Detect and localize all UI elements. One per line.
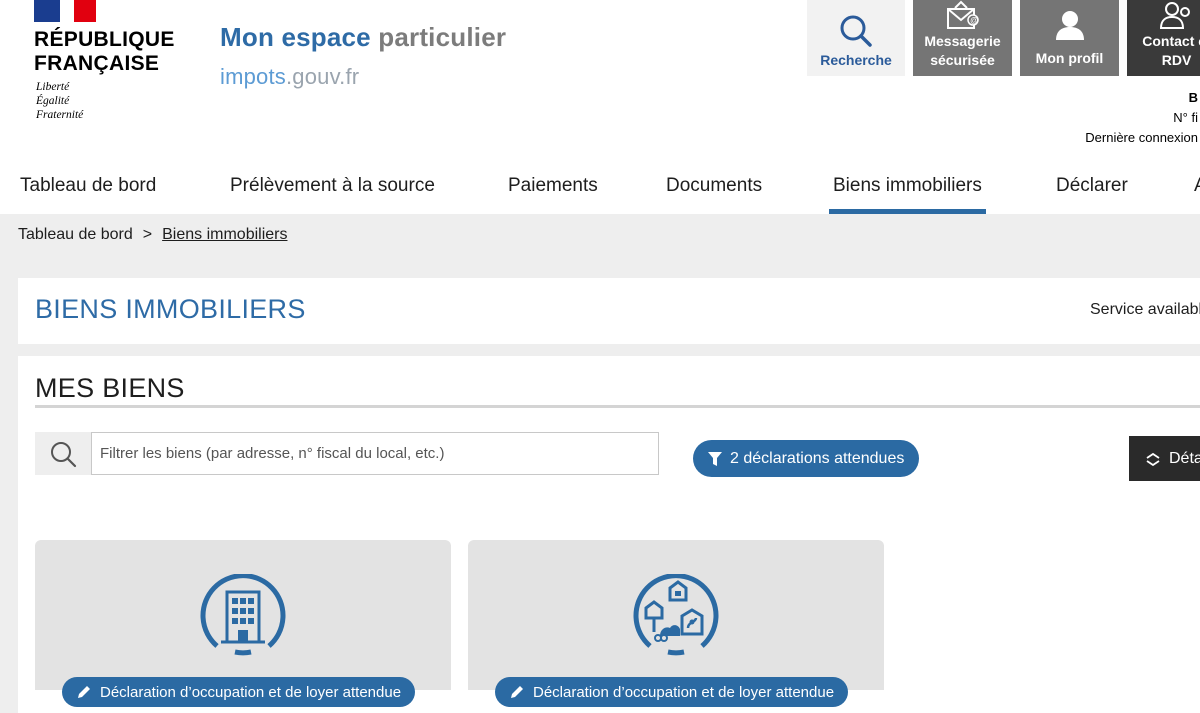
occupancy-declaration-button[interactable]: Déclaration d’occupation et de loyer att… <box>62 677 416 707</box>
details-button-label: Déta <box>1169 449 1200 467</box>
secure-messaging-label-1: Messagerie <box>924 33 1001 49</box>
user-name: B <box>1188 90 1198 105</box>
envelope-at-icon: @ <box>946 0 979 29</box>
motto-egalite: Égalité <box>36 95 70 107</box>
user-info: B N° fi Dernière connexion <box>1085 88 1198 148</box>
secure-messaging-label-2: sécurisée <box>930 52 995 68</box>
site-name-part-2: .gouv.fr <box>286 64 360 89</box>
pencil-icon <box>511 686 523 698</box>
app-title-part-2: particulier <box>378 22 507 52</box>
marianne-logo <box>34 0 96 22</box>
search-icon <box>51 441 77 467</box>
occupancy-declaration-button[interactable]: Déclaration d’occupation et de loyer att… <box>495 677 849 707</box>
pencil-icon <box>78 686 90 698</box>
page-title-panel: BIENS IMMOBILIERS Service availabl <box>18 278 1200 344</box>
nav-item-more[interactable]: A <box>1194 164 1200 214</box>
site-name-part-1: impots <box>220 64 286 89</box>
filter-properties-input[interactable] <box>91 432 659 475</box>
svg-text:@: @ <box>970 16 978 25</box>
expand-collapse-icon <box>1146 452 1160 466</box>
declarations-pill-label: 2 déclarations attendues <box>730 449 905 467</box>
republique-francaise-title: RÉPUBLIQUE FRANÇAISE <box>34 28 175 76</box>
property-card[interactable]: Déclaration d’occupation et de loyer att… <box>35 540 451 713</box>
nav-item-dashboard[interactable]: Tableau de bord <box>20 164 156 214</box>
nav-item-declare[interactable]: Déclarer <box>1056 164 1128 214</box>
search-icon <box>840 15 872 47</box>
user-fiscal-number: N° fi <box>1173 110 1198 125</box>
service-availability-text: Service availabl <box>1090 301 1200 318</box>
motto-liberte: Liberté <box>36 81 70 93</box>
breadcrumb-separator: > <box>142 226 153 243</box>
breadcrumb: Tableau de bord > Biens immobiliers <box>18 226 287 244</box>
multiple-properties-icon <box>633 574 719 656</box>
republic-line-2: FRANÇAISE <box>34 52 160 75</box>
declarations-filter-button[interactable]: 2 déclarations attendues <box>693 440 920 477</box>
contact-people-icon <box>1159 2 1190 29</box>
property-card[interactable]: Déclaration d’occupation et de loyer att… <box>468 540 884 713</box>
motto-fraternite: Fraternité <box>36 109 84 121</box>
nav-item-documents[interactable]: Documents <box>666 164 762 214</box>
occupancy-declaration-label: Déclaration d’occupation et de loyer att… <box>100 683 402 701</box>
site-name[interactable]: impots.gouv.fr <box>220 64 359 90</box>
search-button-label: Recherche <box>820 52 892 68</box>
page-title: BIENS IMMOBILIERS <box>35 294 306 324</box>
app-title-part-1: Mon espace <box>220 22 371 52</box>
last-connection: Dernière connexion <box>1085 130 1198 145</box>
contact-label-2: RDV <box>1161 52 1192 68</box>
breadcrumb-current[interactable]: Biens immobiliers <box>162 226 287 243</box>
user-icon <box>1055 10 1084 40</box>
main-nav: Tableau de bord Prélèvement à la source … <box>0 164 1200 214</box>
my-profile-button[interactable]: Mon profil <box>1020 0 1119 76</box>
nav-item-payments[interactable]: Paiements <box>508 164 598 214</box>
secure-messaging-button[interactable]: @ Messagerie sécurisée <box>913 0 1012 76</box>
section-title: MES BIENS <box>35 373 185 403</box>
filter-funnel-icon <box>708 451 722 466</box>
contact-rdv-button[interactable]: Contact et RDV <box>1127 0 1200 76</box>
filter-search-icon-box <box>35 432 91 475</box>
apartment-building-icon <box>200 574 286 656</box>
app-title[interactable]: Mon espace particulier <box>220 22 506 53</box>
nav-item-real-estate[interactable]: Biens immobiliers <box>829 164 986 214</box>
search-button[interactable]: Recherche <box>807 0 905 76</box>
occupancy-declaration-label: Déclaration d’occupation et de loyer att… <box>533 683 835 701</box>
my-profile-label: Mon profil <box>1035 49 1104 66</box>
breadcrumb-home[interactable]: Tableau de bord <box>18 226 133 243</box>
contact-label-1: Contact et <box>1142 33 1200 49</box>
section-divider <box>35 405 1200 408</box>
republic-line-1: RÉPUBLIQUE <box>34 28 175 51</box>
republic-motto: Liberté Égalité Fraternité <box>36 80 83 122</box>
details-toggle-button[interactable]: Déta <box>1129 436 1200 481</box>
nav-item-withholding-tax[interactable]: Prélèvement à la source <box>230 164 435 214</box>
